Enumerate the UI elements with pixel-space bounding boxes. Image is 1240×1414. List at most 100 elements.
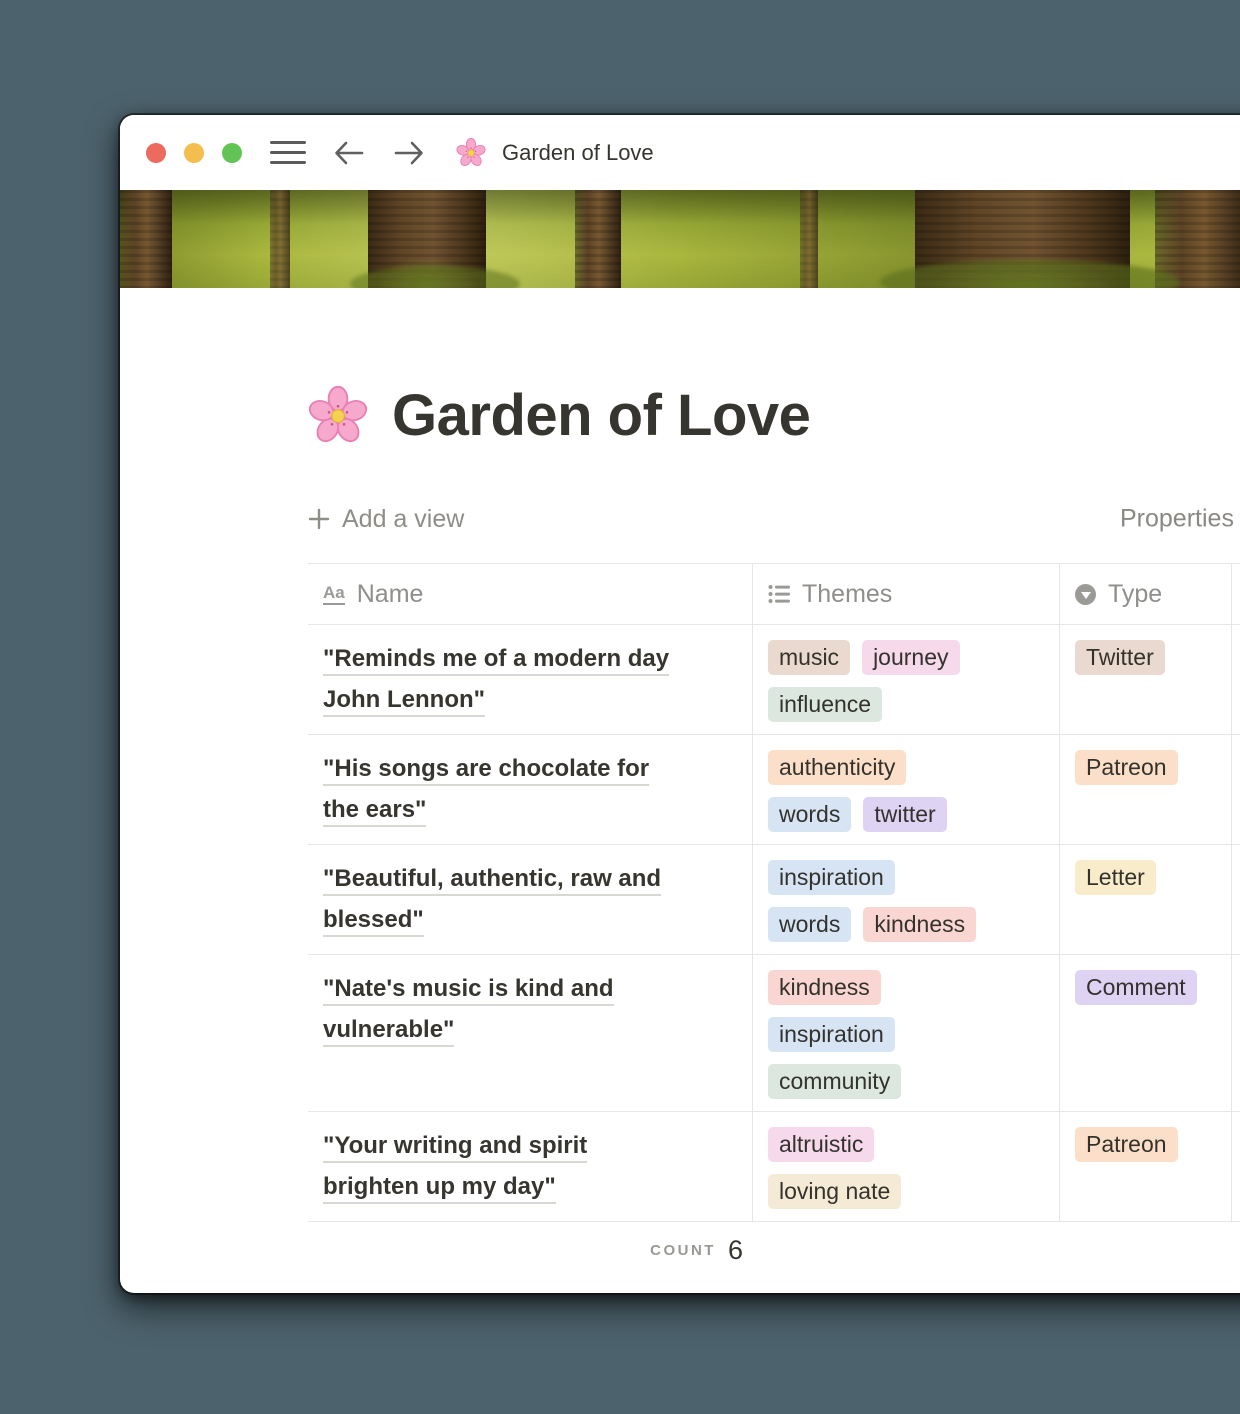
tag-influence: influence	[768, 687, 882, 722]
column-header-themes[interactable]: Themes	[753, 564, 1060, 624]
row-title-line: "Reminds me of a modern day	[323, 638, 737, 679]
app-window: Garden of Love Garden of Love Add a view…	[120, 115, 1240, 1293]
tag-words: words	[768, 907, 851, 942]
column-label: Themes	[802, 580, 892, 609]
tag-altruistic: altruistic	[768, 1127, 874, 1162]
tag-line: altruistic	[768, 1127, 1044, 1162]
add-view-label: Add a view	[342, 505, 464, 534]
tag-Twitter: Twitter	[1075, 640, 1165, 675]
table-row: "Beautiful, authentic, raw andblessed" i…	[308, 845, 1240, 955]
table-row: "Your writing and spiritbrighten up my d…	[308, 1112, 1240, 1222]
row-title-line: vulnerable"	[323, 1009, 737, 1050]
tag-inspiration: inspiration	[768, 860, 895, 895]
themes-cell[interactable]: kindness inspiration community	[753, 955, 1060, 1111]
tag-Comment: Comment	[1075, 970, 1197, 1005]
row-title-line: "His songs are chocolate for	[323, 748, 737, 789]
tag-Patreon: Patreon	[1075, 1127, 1178, 1162]
plus-icon	[308, 508, 330, 530]
tag-kindness: kindness	[768, 970, 881, 1005]
row-filler	[1232, 625, 1240, 734]
multi-select-list-icon	[768, 583, 790, 605]
database-table: Aa Name Themes Type	[308, 563, 1240, 1278]
name-cell[interactable]: "Nate's music is kind andvulnerable"	[308, 955, 753, 1111]
themes-cell[interactable]: inspiration words kindness	[753, 845, 1060, 954]
tag-line: music journey	[768, 640, 1044, 675]
page-title[interactable]: Garden of Love	[392, 382, 810, 449]
type-cell[interactable]: Twitter	[1060, 625, 1232, 734]
themes-cell[interactable]: music journey influence	[753, 625, 1060, 734]
table-row: "His songs are chocolate forthe ears" au…	[308, 735, 1240, 845]
tag-line: words twitter	[768, 797, 1044, 832]
tag-line: authenticity	[768, 750, 1044, 785]
tag-journey: journey	[862, 640, 959, 675]
column-label: Name	[357, 580, 424, 609]
properties-button[interactable]: Properties	[1120, 505, 1234, 534]
tag-kindness: kindness	[863, 907, 976, 942]
column-header-name[interactable]: Aa Name	[308, 564, 753, 624]
tag-Letter: Letter	[1075, 860, 1156, 895]
row-title-line: blessed"	[323, 899, 737, 940]
row-filler	[1232, 845, 1240, 954]
add-view-button[interactable]: Add a view	[308, 505, 464, 534]
row-filler	[1232, 955, 1240, 1111]
row-title-line: brighten up my day"	[323, 1166, 737, 1207]
row-title-line: "Nate's music is kind and	[323, 968, 737, 1009]
table-header-row: Aa Name Themes Type	[308, 563, 1240, 625]
cover-image	[120, 190, 1240, 288]
forward-button[interactable]	[392, 138, 426, 168]
row-title-line: "Beautiful, authentic, raw and	[323, 858, 737, 899]
row-filler	[1232, 1112, 1240, 1221]
traffic-light-close-button[interactable]	[146, 143, 166, 163]
tag-line: loving nate	[768, 1174, 1044, 1209]
count-footer[interactable]: COUNT 6	[308, 1222, 753, 1278]
row-title-line: "Your writing and spirit	[323, 1125, 737, 1166]
name-cell[interactable]: "His songs are chocolate forthe ears"	[308, 735, 753, 844]
back-button[interactable]	[332, 138, 366, 168]
tag-line: influence	[768, 687, 1044, 722]
tag-Patreon: Patreon	[1075, 750, 1178, 785]
table-body: "Reminds me of a modern dayJohn Lennon" …	[308, 625, 1240, 1222]
row-filler	[1232, 735, 1240, 844]
row-title-line: the ears"	[323, 789, 737, 830]
column-header-filler	[1232, 564, 1240, 624]
tag-music: music	[768, 640, 850, 675]
name-cell[interactable]: "Beautiful, authentic, raw andblessed"	[308, 845, 753, 954]
tag-community: community	[768, 1064, 901, 1099]
type-cell[interactable]: Patreon	[1060, 735, 1232, 844]
column-header-type[interactable]: Type	[1060, 564, 1232, 624]
type-cell[interactable]: Patreon	[1060, 1112, 1232, 1221]
page-icon-cherry-blossom[interactable]	[308, 386, 368, 446]
column-label: Type	[1108, 580, 1162, 609]
tag-line: community	[768, 1064, 1044, 1099]
row-title-line: John Lennon"	[323, 679, 737, 720]
tag-line: inspiration	[768, 860, 1044, 895]
tag-line: inspiration	[768, 1017, 1044, 1052]
traffic-light-minimize-button[interactable]	[184, 143, 204, 163]
name-cell[interactable]: "Reminds me of a modern dayJohn Lennon"	[308, 625, 753, 734]
tag-line: words kindness	[768, 907, 1044, 942]
traffic-light-zoom-button[interactable]	[222, 143, 242, 163]
themes-cell[interactable]: altruistic loving nate	[753, 1112, 1060, 1221]
tag-loving-nate: loving nate	[768, 1174, 901, 1209]
cherry-blossom-icon	[456, 138, 486, 168]
count-value: 6	[728, 1235, 743, 1266]
count-label: COUNT	[650, 1242, 716, 1259]
tag-inspiration: inspiration	[768, 1017, 895, 1052]
table-row: "Nate's music is kind andvulnerable" kin…	[308, 955, 1240, 1112]
title-property-icon: Aa	[323, 584, 345, 605]
tag-line: kindness	[768, 970, 1044, 1005]
type-cell[interactable]: Letter	[1060, 845, 1232, 954]
tag-words: words	[768, 797, 851, 832]
name-cell[interactable]: "Your writing and spiritbrighten up my d…	[308, 1112, 753, 1221]
menu-icon[interactable]	[270, 134, 306, 171]
titlebar: Garden of Love	[120, 115, 1240, 190]
select-dropdown-icon	[1075, 584, 1096, 605]
view-toolbar: Add a view Properties	[308, 497, 1240, 541]
page-header: Garden of Love	[308, 382, 1240, 449]
type-cell[interactable]: Comment	[1060, 955, 1232, 1111]
tag-twitter: twitter	[863, 797, 946, 832]
tag-authenticity: authenticity	[768, 750, 906, 785]
window-title: Garden of Love	[502, 140, 654, 166]
table-row: "Reminds me of a modern dayJohn Lennon" …	[308, 625, 1240, 735]
themes-cell[interactable]: authenticity words twitter	[753, 735, 1060, 844]
